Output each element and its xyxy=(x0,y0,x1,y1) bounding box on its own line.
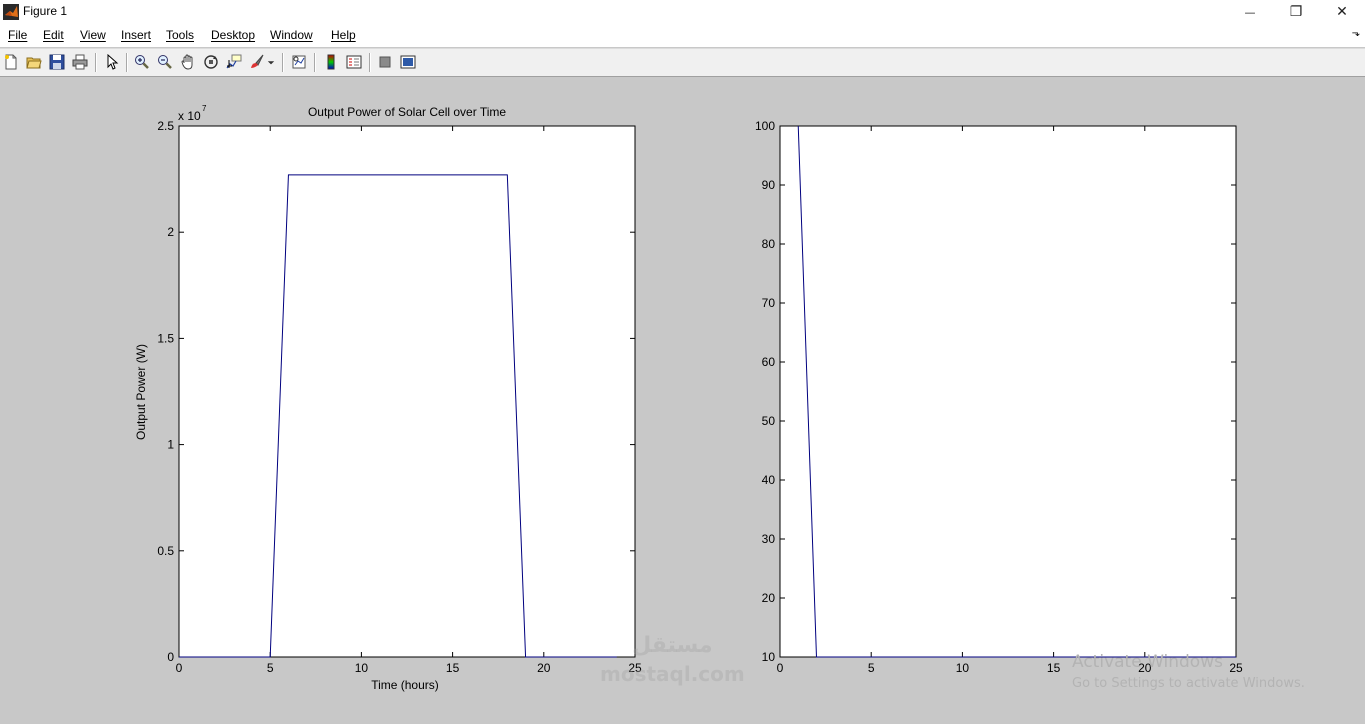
right-y-tick-label: 30 xyxy=(762,532,776,546)
figure-toolbar xyxy=(0,48,1365,77)
new-figure-button[interactable] xyxy=(2,53,20,71)
legend-button[interactable] xyxy=(345,53,363,71)
save-icon xyxy=(49,54,65,70)
left-exponent-label: x 10 xyxy=(178,109,201,123)
new-figure-icon xyxy=(5,54,17,70)
figure-canvas: 0 5 10 15 20 25 0 0.5 1 1.5 2 2.5 Output Power of S… xyxy=(134,104,1243,692)
open-file-icon xyxy=(26,57,42,69)
left-x-tick-label: 20 xyxy=(537,661,551,675)
rotate-3d-button[interactable] xyxy=(202,53,220,71)
left-x-tick-label: 25 xyxy=(628,661,642,675)
left-x-tick-label: 5 xyxy=(267,661,274,675)
dock-arrow-icon[interactable]: ⬎ xyxy=(1352,28,1360,39)
menu-tools[interactable]: Tools xyxy=(166,28,194,42)
toolbar-separator xyxy=(314,53,316,72)
minimize-button[interactable]: — xyxy=(1227,0,1273,24)
hide-plot-tools-button[interactable] xyxy=(376,53,394,71)
right-x-tick-label: 5 xyxy=(868,661,875,675)
right-y-tick-label: 90 xyxy=(762,178,776,192)
zoom-in-icon xyxy=(135,55,149,69)
right-x-tick-label: 20 xyxy=(1138,661,1152,675)
right-x-tick-label: 25 xyxy=(1229,661,1243,675)
left-y-tick-label: 2 xyxy=(167,225,174,239)
zoom-out-button[interactable] xyxy=(156,53,174,71)
window-title: Figure 1 xyxy=(23,4,68,18)
print-button[interactable] xyxy=(71,53,89,71)
left-x-axis-label: Time (hours) xyxy=(371,678,439,692)
menu-desktop[interactable]: Desktop xyxy=(211,28,255,42)
left-axes[interactable]: 0 5 10 15 20 25 0 0.5 1 1.5 2 2.5 Output Power of S… xyxy=(134,104,642,692)
left-exponent-power: 7 xyxy=(202,104,207,113)
right-x-tick-label: 15 xyxy=(1047,661,1061,675)
data-cursor-button[interactable] xyxy=(225,53,243,71)
restore-icon: ❐ xyxy=(1289,4,1303,20)
colorbar-button[interactable] xyxy=(322,53,340,71)
right-x-tick-label: 10 xyxy=(956,661,970,675)
pan-icon xyxy=(181,54,193,70)
rotate-3d-icon xyxy=(204,55,218,69)
menu-help[interactable]: Help xyxy=(331,28,356,42)
matlab-logo-icon xyxy=(3,4,19,20)
right-y-tick-label: 20 xyxy=(762,591,776,605)
left-plot-area xyxy=(178,125,636,658)
left-y-tick-label: 1.5 xyxy=(157,331,174,345)
left-x-tick-label: 10 xyxy=(355,661,369,675)
show-plot-tools-button[interactable] xyxy=(399,53,417,71)
close-icon: ✕ xyxy=(1336,4,1348,20)
legend-icon xyxy=(346,55,362,69)
left-x-tick-label: 15 xyxy=(446,661,460,675)
right-y-tick-label: 60 xyxy=(762,355,776,369)
show-plot-tools-icon xyxy=(400,55,416,69)
hide-plot-tools-icon xyxy=(379,56,391,68)
open-file-button[interactable] xyxy=(25,53,43,71)
left-y-tick-label: 0 xyxy=(167,650,174,664)
menu-insert[interactable]: Insert xyxy=(121,28,151,42)
menu-edit[interactable]: Edit xyxy=(43,28,64,42)
zoom-out-icon xyxy=(158,55,172,69)
brush-icon xyxy=(251,54,264,68)
data-cursor-icon xyxy=(226,54,242,69)
zoom-in-button[interactable] xyxy=(133,53,151,71)
right-axes[interactable]: 0 5 10 15 20 25 10 20 30 40 50 60 70 80 90 100 xyxy=(755,119,1243,675)
save-button[interactable] xyxy=(48,53,66,71)
right-y-tick-label: 80 xyxy=(762,237,776,251)
right-plot-area xyxy=(779,125,1237,658)
right-y-tick-label: 70 xyxy=(762,296,776,310)
menu-window[interactable]: Window xyxy=(270,28,313,42)
toolbar-separator xyxy=(282,53,284,72)
right-y-tick-label: 40 xyxy=(762,473,776,487)
pan-button[interactable] xyxy=(179,53,197,71)
title-bar: Figure 1 — ❐ ✕ xyxy=(0,0,1365,24)
link-plot-button[interactable] xyxy=(290,53,308,71)
maximize-button[interactable]: ❐ xyxy=(1273,0,1319,24)
dropdown-arrow-icon xyxy=(267,61,275,65)
right-y-tick-label: 100 xyxy=(755,119,775,133)
menu-file[interactable]: File xyxy=(8,28,27,42)
brush-dropdown-button[interactable] xyxy=(266,53,276,71)
left-y-axis-label: Output Power (W) xyxy=(134,344,148,440)
pointer-button[interactable] xyxy=(103,53,121,71)
left-y-tick-label: 1 xyxy=(167,438,174,452)
brush-button[interactable] xyxy=(248,53,266,71)
pointer-icon xyxy=(107,54,119,70)
right-y-tick-label: 50 xyxy=(762,414,776,428)
right-y-tick-label: 10 xyxy=(762,650,776,664)
left-y-tick-label: 2.5 xyxy=(157,119,174,133)
minimize-icon: — xyxy=(1244,5,1256,19)
link-plot-icon xyxy=(292,55,306,69)
colorbar-icon xyxy=(327,54,335,70)
close-button[interactable]: ✕ xyxy=(1319,0,1365,24)
right-x-tick-label: 0 xyxy=(777,661,784,675)
menu-view[interactable]: View xyxy=(80,28,106,42)
print-icon xyxy=(72,54,88,70)
left-x-tick-label: 0 xyxy=(176,661,183,675)
left-y-tick-label: 0.5 xyxy=(157,544,174,558)
toolbar-separator xyxy=(369,53,371,72)
toolbar-separator xyxy=(126,53,128,72)
toolbar-separator xyxy=(95,53,97,72)
menu-bar: File Edit View Insert Tools Desktop Wind… xyxy=(0,24,1365,47)
left-chart-title: Output Power of Solar Cell over Time xyxy=(308,105,506,119)
